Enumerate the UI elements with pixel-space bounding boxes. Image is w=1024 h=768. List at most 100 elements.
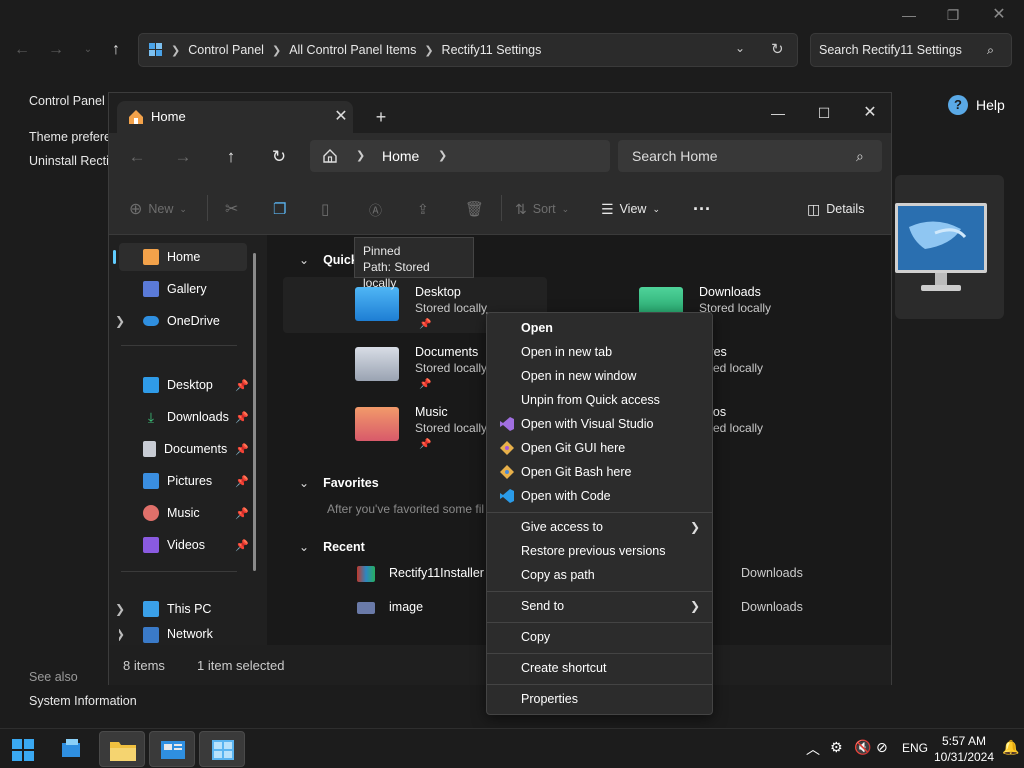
- cp-side-link-home[interactable]: Control Panel I: [29, 94, 112, 108]
- close-button[interactable]: ✕: [847, 99, 893, 127]
- chevron-right-icon: ❯: [689, 520, 700, 534]
- sidebar-item-this-pc[interactable]: ❯ This PC: [115, 595, 247, 623]
- up-button[interactable]: ↑: [217, 145, 245, 169]
- tile-name: Documents: [415, 345, 479, 359]
- cp-maximize-button[interactable]: ❐: [930, 4, 976, 26]
- favorites-header[interactable]: ⌄ Favorites: [299, 476, 379, 490]
- sidebar-item-label: Network: [167, 627, 213, 641]
- recent-header[interactable]: ⌄ Recent: [299, 540, 365, 554]
- sidebar-item-home[interactable]: Home: [113, 243, 247, 271]
- search-input[interactable]: Search Home ⌕: [618, 140, 882, 172]
- security-icon[interactable]: ⚙: [830, 739, 843, 756]
- copy-button[interactable]: ❐: [273, 198, 286, 220]
- details-button[interactable]: ◫ Details: [807, 198, 864, 220]
- address-home[interactable]: Home: [382, 140, 419, 172]
- chevron-right-icon[interactable]: ❯: [438, 140, 447, 172]
- rename-button[interactable]: Ⓐ: [369, 198, 382, 220]
- sidebar-item-gallery[interactable]: Gallery: [119, 275, 247, 303]
- minimize-button[interactable]: —: [755, 99, 801, 127]
- maximize-button[interactable]: ☐: [801, 99, 847, 127]
- navigation-scrollbar[interactable]: [253, 253, 256, 571]
- menu-item-open-code[interactable]: Open with Code: [491, 484, 708, 508]
- rectify11-icon: [212, 740, 234, 760]
- home-icon: [143, 249, 159, 265]
- taskbar-control-panel[interactable]: [149, 731, 195, 767]
- menu-item-properties[interactable]: Properties: [491, 687, 708, 711]
- help-button[interactable]: ? Help: [948, 95, 1005, 115]
- sidebar-item-documents[interactable]: Documents 📌: [119, 435, 249, 463]
- cp-address-bar[interactable]: ❯ Control Panel ❯ All Control Panel Item…: [138, 33, 798, 67]
- chevron-right-icon: ❯: [424, 44, 434, 57]
- menu-item-label: Open with Visual Studio: [521, 417, 654, 431]
- taskbar-file-explorer[interactable]: [99, 731, 145, 767]
- menu-item-unpin[interactable]: Unpin from Quick access: [491, 388, 708, 412]
- delete-button[interactable]: 🗑: [465, 198, 484, 220]
- breadcrumb-control-panel[interactable]: Control Panel: [188, 43, 264, 57]
- start-button[interactable]: [0, 731, 46, 767]
- copy-icon: ❐: [273, 201, 287, 218]
- sidebar-item-label: OneDrive: [167, 314, 220, 328]
- forward-button[interactable]: →: [169, 145, 197, 169]
- sort-button[interactable]: ⇅ Sort ⌄: [515, 198, 569, 220]
- network-disconnected-icon[interactable]: ⊘: [876, 739, 888, 756]
- sidebar-item-downloads[interactable]: ⤓ Downloads 📌: [119, 403, 249, 431]
- new-button[interactable]: ⊕ New ⌄: [129, 198, 187, 220]
- menu-item-git-bash[interactable]: Open Git Bash here: [491, 460, 708, 484]
- cp-forward-button[interactable]: →: [44, 38, 68, 62]
- cp-side-link-uninstall[interactable]: Uninstall Rectif: [29, 154, 112, 168]
- sidebar-item-onedrive[interactable]: ❯ OneDrive: [115, 307, 247, 335]
- paste-button[interactable]: ▯: [321, 198, 329, 220]
- sidebar-item-pictures[interactable]: Pictures 📌: [119, 467, 249, 495]
- menu-item-git-gui[interactable]: Open Git GUI here: [491, 436, 708, 460]
- cp-side-link-theme[interactable]: Theme prefere: [29, 130, 111, 144]
- cp-search-input[interactable]: Search Rectify11 Settings ⌕: [810, 33, 1012, 67]
- sidebar-item-network[interactable]: ❯ Network: [119, 627, 247, 645]
- share-button[interactable]: ⇪: [417, 198, 429, 220]
- quick-access-header[interactable]: ⌄ Quick: [299, 253, 358, 267]
- notification-bell-icon[interactable]: 🔔: [1002, 739, 1019, 756]
- address-bar[interactable]: ❯ Home ❯: [310, 140, 610, 172]
- menu-item-open-visual-studio[interactable]: Open with Visual Studio: [491, 412, 708, 436]
- menu-item-open-new-window[interactable]: Open in new window: [491, 364, 708, 388]
- menu-item-give-access[interactable]: Give access to ❯: [491, 515, 708, 539]
- chevron-right-icon[interactable]: ❯: [115, 602, 125, 616]
- chevron-right-icon[interactable]: ❯: [115, 314, 125, 328]
- new-tab-button[interactable]: +: [369, 105, 393, 129]
- view-button[interactable]: ☰ View ⌄: [601, 198, 660, 220]
- language-indicator[interactable]: ENG: [902, 741, 928, 755]
- taskbar-app-1[interactable]: [48, 731, 94, 767]
- sidebar-item-desktop[interactable]: Desktop 📌: [119, 371, 249, 399]
- sidebar-item-videos[interactable]: Videos 📌: [119, 531, 249, 559]
- cp-up-button[interactable]: ↑: [104, 38, 128, 62]
- menu-item-create-shortcut[interactable]: Create shortcut: [491, 656, 708, 680]
- menu-item-copy[interactable]: Copy: [491, 625, 708, 649]
- cp-recent-dropdown[interactable]: ⌄: [76, 38, 100, 62]
- menu-item-restore-versions[interactable]: Restore previous versions: [491, 539, 708, 563]
- chevron-up-icon[interactable]: ︿: [806, 739, 820, 759]
- menu-item-send-to[interactable]: Send to ❯: [491, 594, 708, 618]
- menu-item-open[interactable]: Open: [491, 316, 708, 340]
- more-options-button[interactable]: ···: [693, 198, 711, 220]
- cp-close-button[interactable]: ✕: [976, 4, 1022, 26]
- close-tab-icon[interactable]: ✕: [331, 107, 351, 127]
- menu-item-open-new-tab[interactable]: Open in new tab: [491, 340, 708, 364]
- clock[interactable]: 5:57 AM 10/31/2024: [932, 733, 996, 765]
- volume-muted-icon[interactable]: 🔇: [854, 739, 871, 756]
- chevron-down-icon[interactable]: ⌄: [735, 41, 745, 55]
- menu-item-copy-as-path[interactable]: Copy as path: [491, 563, 708, 587]
- sidebar-item-music[interactable]: Music 📌: [119, 499, 249, 527]
- folder-icon: [355, 287, 399, 321]
- chevron-right-icon[interactable]: ❯: [119, 627, 125, 641]
- taskbar-rectify11[interactable]: [199, 731, 245, 767]
- breadcrumb-rectify11[interactable]: Rectify11 Settings: [442, 43, 542, 57]
- cp-minimize-button[interactable]: —: [886, 4, 932, 26]
- chevron-down-icon: ⌄: [299, 476, 310, 490]
- cut-button[interactable]: ✂: [225, 198, 238, 220]
- refresh-button[interactable]: ↻: [265, 145, 293, 169]
- refresh-icon[interactable]: ↻: [771, 40, 784, 58]
- cp-back-button[interactable]: ←: [10, 38, 34, 62]
- system-information-link[interactable]: System Information: [29, 694, 137, 708]
- sidebar-item-label: Documents: [164, 442, 228, 456]
- breadcrumb-all-items[interactable]: All Control Panel Items: [289, 43, 416, 57]
- back-button[interactable]: ←: [123, 145, 151, 169]
